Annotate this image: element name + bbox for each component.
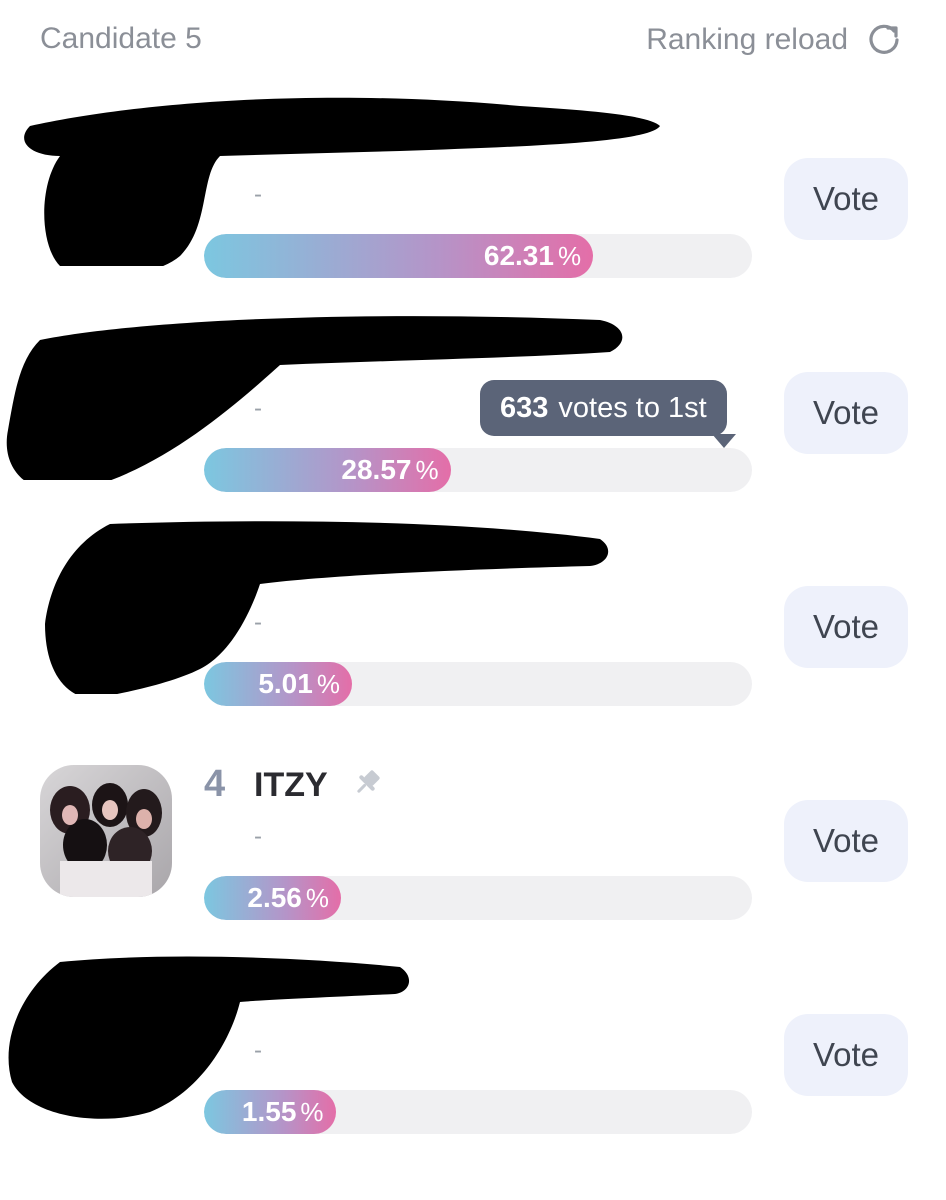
pin-icon[interactable] xyxy=(350,766,384,800)
group-photo-image xyxy=(40,765,172,897)
candidate-row-5: - 1.55% Vote xyxy=(0,922,946,1134)
ranking-reload-label: Ranking reload xyxy=(646,23,848,56)
candidate-photo xyxy=(40,765,172,897)
percent-sign: % xyxy=(305,882,329,913)
redaction-scribble xyxy=(6,316,623,480)
candidate-name: ITZY xyxy=(254,766,328,804)
redaction-scribble xyxy=(8,956,410,1119)
candidate-row-4: 4 ITZY - 2.56% Vote xyxy=(0,708,946,920)
candidate-row-2: - 28.57% 633 votes to 1st Vote xyxy=(0,280,946,492)
redaction-scribble xyxy=(24,97,660,266)
rank-number: 4 xyxy=(204,763,226,805)
vote-share-fill: 2.56% xyxy=(204,876,341,920)
vote-share-percent: 2.56 xyxy=(247,882,302,913)
vote-button[interactable]: Vote xyxy=(784,800,908,882)
refresh-icon xyxy=(869,24,899,54)
candidate-row-1: - 62.31% Vote xyxy=(0,66,946,278)
redaction-scribble xyxy=(45,521,609,694)
candidate-count: Candidate 5 xyxy=(40,22,202,55)
candidate-subtitle: - xyxy=(254,823,262,850)
candidate-row-3: - 5.01% Vote xyxy=(0,494,946,706)
vote-share-bar: 2.56% xyxy=(204,876,752,920)
ranking-reload-button[interactable]: Ranking reload xyxy=(646,22,902,58)
